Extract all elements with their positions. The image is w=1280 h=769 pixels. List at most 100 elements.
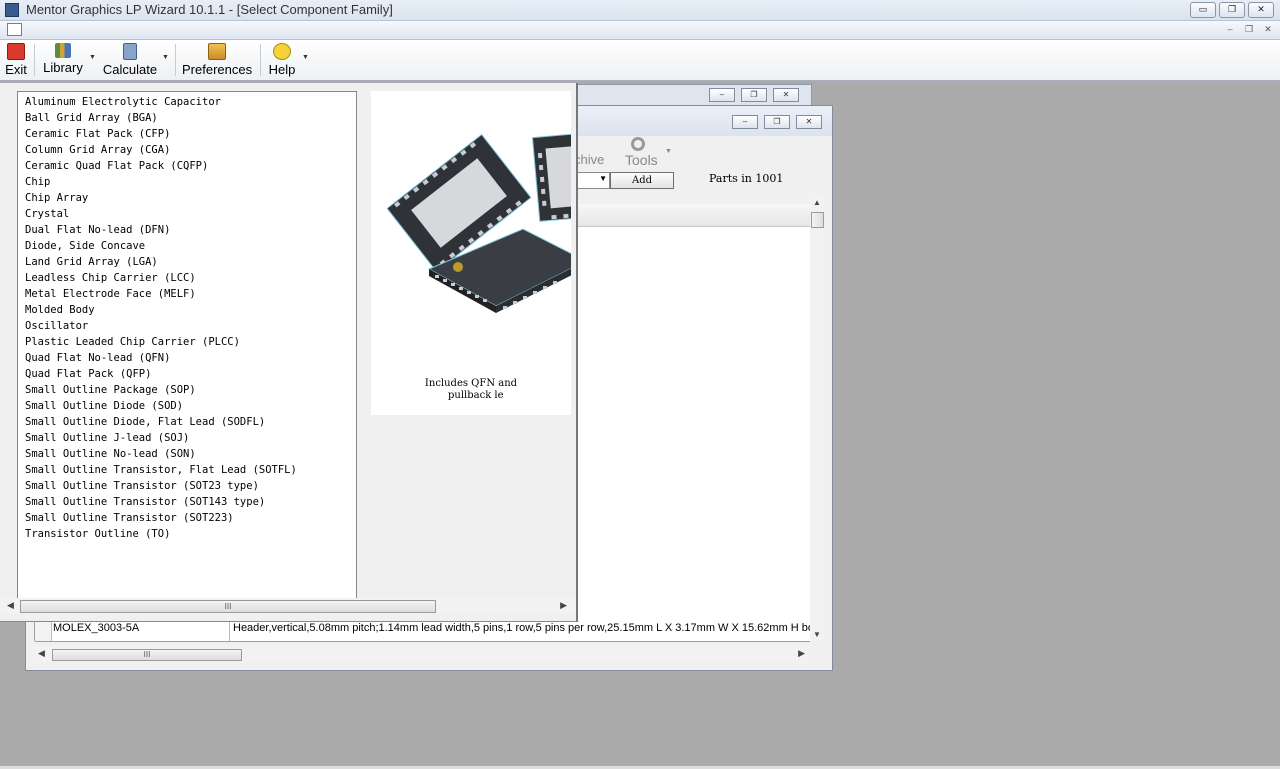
close-button[interactable]: ✕ (1248, 2, 1274, 18)
scroll-left-icon[interactable]: ◀ (38, 648, 45, 659)
part-description: Header,vertical,5.08mm pitch;1.14mm lead… (233, 622, 811, 634)
toolbar-separator (175, 44, 176, 76)
toolbar-separator (260, 44, 261, 76)
family-item[interactable]: Small Outline J-lead (SOJ) (25, 432, 189, 444)
family-item[interactable]: Ball Grid Array (BGA) (25, 112, 158, 124)
library-window-controls: – ❐ ✕ (732, 115, 822, 129)
preview-caption: Includes QFN and pullback le (424, 378, 518, 401)
family-item[interactable]: Ceramic Flat Pack (CFP) (25, 128, 170, 140)
add-button[interactable]: Add (610, 172, 674, 189)
scroll-right-icon[interactable]: ▶ (798, 648, 805, 659)
family-item[interactable]: Transistor Outline (TO) (25, 528, 170, 540)
bg-minimize-button[interactable]: – (709, 88, 735, 102)
preferences-button[interactable]: Preferences (182, 42, 252, 78)
window-controls: ▭ ❐ ✕ (1190, 2, 1274, 18)
part-name: MOLEX_3003-5A (53, 622, 140, 634)
family-item[interactable]: Plastic Leaded Chip Carrier (PLCC) (25, 336, 240, 348)
calculate-button[interactable]: Calculate (102, 42, 158, 78)
scrollbar-thumb[interactable]: III (20, 600, 436, 613)
scrollbar-thumb[interactable] (811, 212, 824, 228)
family-item[interactable]: Molded Body (25, 304, 95, 316)
preferences-icon (208, 43, 226, 60)
library-select[interactable]: ▼ (574, 172, 610, 189)
family-item[interactable]: Small Outline Diode, Flat Lead (SODFL) (25, 416, 265, 428)
document-icon[interactable] (7, 23, 22, 36)
family-item[interactable]: Small Outline Package (SOP) (25, 384, 196, 396)
family-item[interactable]: Land Grid Array (LGA) (25, 256, 158, 268)
help-icon (273, 43, 291, 60)
library-label: Library (43, 60, 83, 75)
family-item[interactable]: Diode, Side Concave (25, 240, 145, 252)
main-toolbar: Exit Library ▼ Calculate ▼ Preferences H… (0, 40, 1280, 81)
power-icon (7, 43, 25, 60)
family-item[interactable]: Column Grid Array (CGA) (25, 144, 170, 156)
chevron-down-icon: ▼ (599, 174, 607, 183)
mdi-minimize-button[interactable]: – (1222, 23, 1238, 36)
app-icon (5, 3, 19, 17)
qfn-package-illustration (386, 130, 571, 313)
help-label: Help (268, 62, 296, 77)
library-toolbar: chive Tools ▼ ▼ Add Parts in 1001 (574, 136, 826, 196)
toolbar-separator (34, 44, 35, 76)
family-item[interactable]: Small Outline Transistor, Flat Lead (SOT… (25, 464, 297, 476)
chip-right (531, 130, 571, 222)
window-title: Mentor Graphics LP Wizard 10.1.1 - [Sele… (26, 2, 393, 17)
bg-close-button[interactable]: ✕ (773, 88, 799, 102)
tools-button[interactable]: Tools (625, 152, 658, 168)
family-item[interactable]: Small Outline Diode (SOD) (25, 400, 183, 412)
scroll-up-icon[interactable]: ▲ (813, 198, 821, 207)
calculate-label: Calculate (102, 62, 158, 77)
mdi-controls: – ❐ ✕ (1222, 23, 1276, 36)
lib-minimize-button[interactable]: – (732, 115, 758, 129)
background-window-controls: – ❐ ✕ (709, 88, 799, 102)
help-dropdown-arrow[interactable]: ▼ (302, 54, 309, 61)
family-item[interactable]: Quad Flat Pack (QFP) (25, 368, 151, 380)
minimize-button[interactable]: ▭ (1190, 2, 1216, 18)
family-item[interactable]: Small Outline Transistor (SOT23 type) (25, 480, 259, 492)
family-item[interactable]: Chip Array (25, 192, 88, 204)
preferences-label: Preferences (182, 62, 253, 77)
family-item[interactable]: Small Outline No-lead (SON) (25, 448, 196, 460)
family-item[interactable]: Small Outline Transistor (SOT143 type) (25, 496, 265, 508)
grid-vertical-scrollbar[interactable]: ▲ ▼ (810, 194, 825, 641)
family-item[interactable]: Aluminum Electrolytic Capacitor (25, 96, 221, 108)
component-family-dialog: Aluminum Electrolytic Capacitor Ball Gri… (0, 83, 578, 622)
component-family-list[interactable]: Aluminum Electrolytic Capacitor Ball Gri… (17, 91, 357, 599)
family-item[interactable]: Crystal (25, 208, 69, 220)
gear-icon (631, 137, 645, 151)
restore-button[interactable]: ❐ (1219, 2, 1245, 18)
library-books-icon (55, 43, 71, 58)
mdi-close-button[interactable]: ✕ (1260, 23, 1276, 36)
family-item[interactable]: Quad Flat No-lead (QFN) (25, 352, 170, 364)
family-item[interactable]: Leadless Chip Carrier (LCC) (25, 272, 196, 284)
package-preview: Includes QFN and pullback le (371, 91, 571, 415)
family-item[interactable]: Dual Flat No-lead (DFN) (25, 224, 170, 236)
lib-close-button[interactable]: ✕ (796, 115, 822, 129)
tools-dropdown-arrow[interactable]: ▼ (665, 148, 672, 155)
scroll-right-icon[interactable]: ▶ (560, 600, 567, 611)
library-button[interactable]: Library (40, 42, 86, 78)
help-button[interactable]: Help (267, 42, 297, 78)
family-item[interactable]: Chip (25, 176, 50, 188)
dialog-horizontal-scrollbar[interactable]: ◀ III ▶ (0, 598, 576, 614)
family-item[interactable]: Oscillator (25, 320, 88, 332)
scroll-down-icon[interactable]: ▼ (813, 630, 821, 639)
family-item[interactable]: Metal Electrode Face (MELF) (25, 288, 196, 300)
calculator-icon (123, 43, 137, 60)
calculate-dropdown-arrow[interactable]: ▼ (162, 54, 169, 61)
lib-restore-button[interactable]: ❐ (764, 115, 790, 129)
bg-restore-button[interactable]: ❐ (741, 88, 767, 102)
exit-button[interactable]: Exit (3, 42, 29, 78)
scroll-left-icon[interactable]: ◀ (7, 600, 14, 611)
mdi-menu-bar: – ❐ ✕ (0, 21, 1280, 40)
family-item[interactable]: Small Outline Transistor (SOT223) (25, 512, 234, 524)
scrollbar-thumb[interactable]: III (52, 649, 242, 661)
grid-horizontal-scrollbar[interactable]: ◀ III ▶ (34, 646, 809, 662)
library-dropdown-arrow[interactable]: ▼ (89, 54, 96, 61)
parts-count: Parts in 1001 (709, 172, 784, 185)
app-title-bar: Mentor Graphics LP Wizard 10.1.1 - [Sele… (0, 0, 1280, 21)
mdi-restore-button[interactable]: ❐ (1241, 23, 1257, 36)
family-item[interactable]: Ceramic Quad Flat Pack (CQFP) (25, 160, 208, 172)
archive-button-label[interactable]: chive (574, 152, 604, 167)
exit-label: Exit (5, 62, 27, 77)
